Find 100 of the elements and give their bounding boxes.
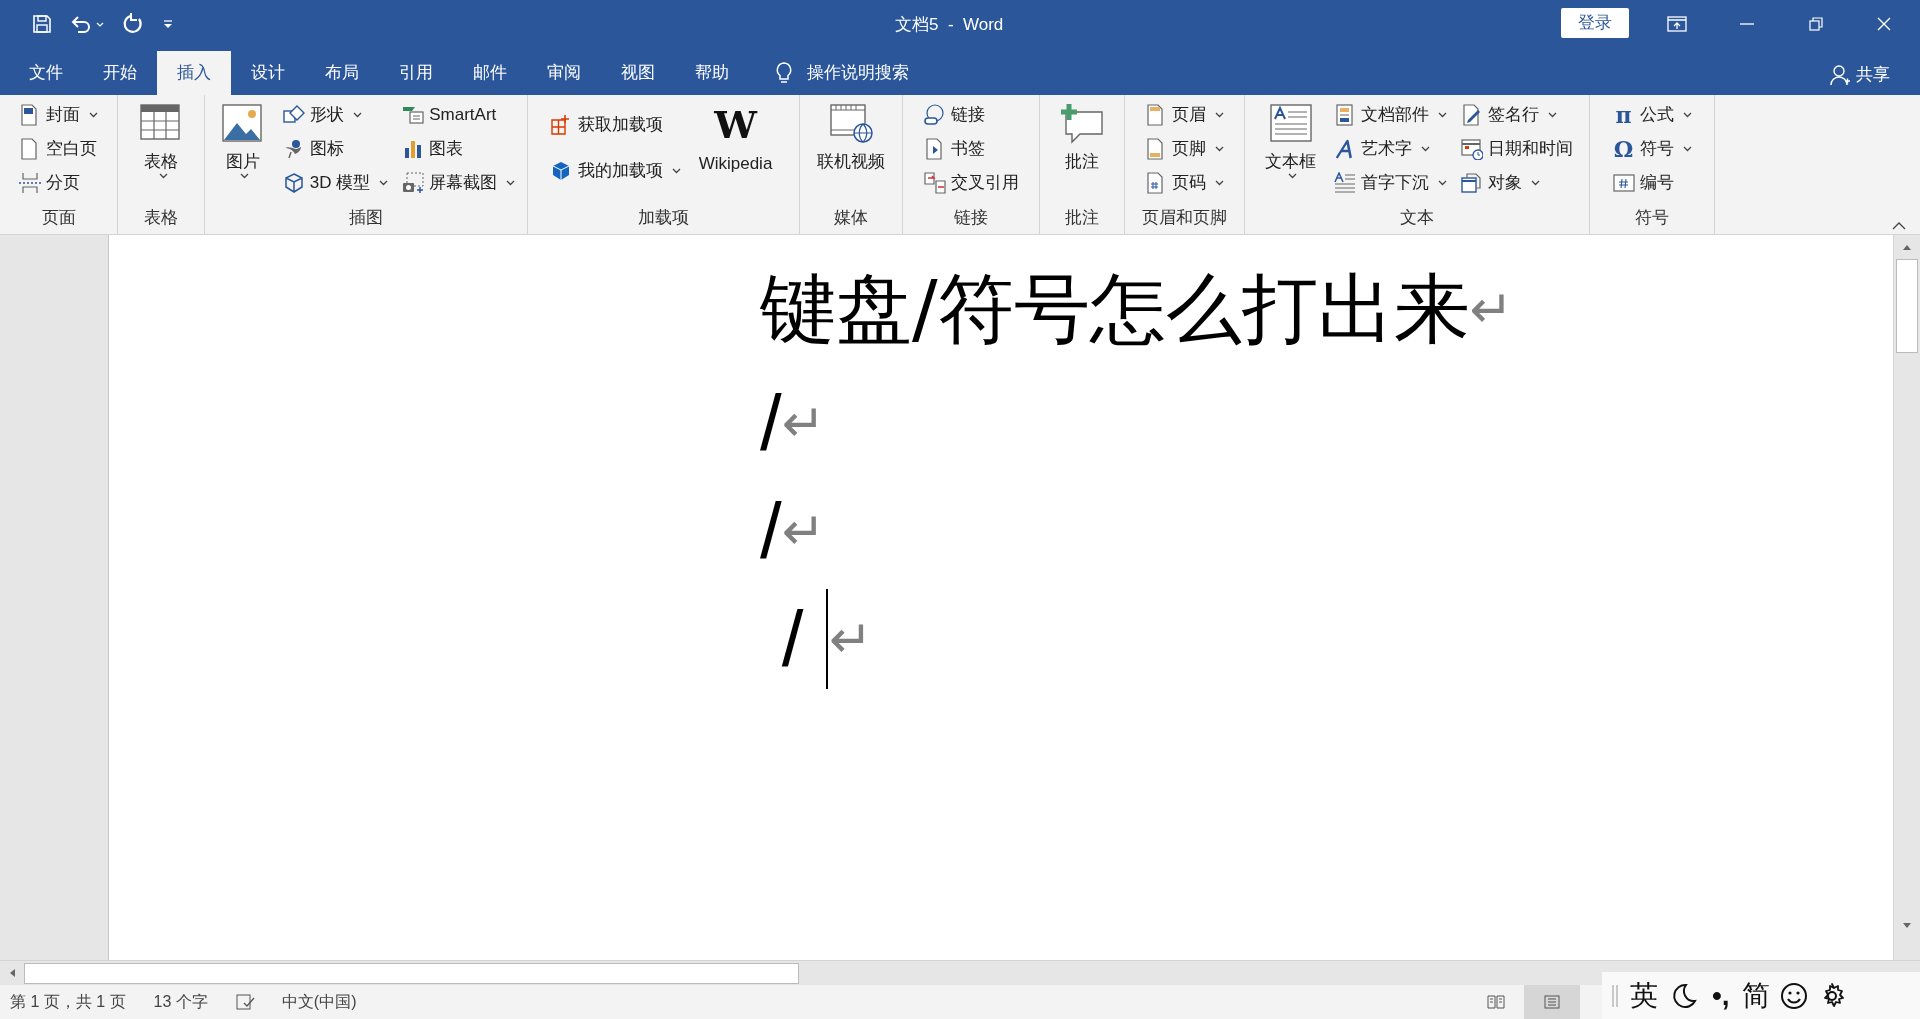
group-label: 链接 bbox=[953, 207, 989, 229]
ribbon-button[interactable]: 书签 bbox=[923, 135, 1019, 163]
ribbon-button[interactable]: 封面 bbox=[19, 101, 98, 129]
customize-icon[interactable] bbox=[162, 18, 174, 30]
caret-icon bbox=[671, 168, 681, 174]
language-status[interactable]: 中文(中国) bbox=[281, 990, 357, 1014]
word-count: 13 个字 bbox=[153, 992, 208, 1012]
ribbon-tab[interactable]: 审阅 bbox=[527, 51, 601, 95]
tell-me-search[interactable]: 操作说明搜索 bbox=[807, 60, 909, 86]
grip-icon[interactable] bbox=[1612, 984, 1618, 1007]
caret-icon bbox=[1438, 112, 1447, 118]
caret-icon bbox=[1215, 112, 1224, 118]
caret-icon bbox=[240, 173, 250, 179]
ribbon-button[interactable]: 页码 bbox=[1145, 169, 1224, 197]
ribbon-button[interactable]: 获取加载项 bbox=[550, 111, 681, 139]
ime-mode[interactable]: 英 bbox=[1630, 974, 1658, 1017]
ribbon-button[interactable]: 日期和时间 bbox=[1461, 135, 1573, 163]
script-mode[interactable]: 简 bbox=[1741, 974, 1770, 1017]
ribbon-button[interactable]: 首字下沉 bbox=[1334, 169, 1447, 197]
video-globe-icon bbox=[829, 103, 873, 145]
ribbon-button[interactable]: 页脚 bbox=[1145, 135, 1224, 163]
smartart-icon bbox=[402, 104, 425, 126]
caret-icon bbox=[1548, 112, 1557, 118]
ribbon-button[interactable]: 链接 bbox=[923, 101, 1019, 129]
scroll-down-icon[interactable] bbox=[1902, 922, 1912, 930]
ribbon-tab[interactable]: 设计 bbox=[231, 51, 305, 95]
ribbon-button[interactable]: SmartArt bbox=[402, 101, 516, 129]
scroll-thumb[interactable] bbox=[1896, 259, 1918, 353]
ribbon-tab[interactable]: 帮助 bbox=[675, 51, 749, 95]
punctuation-mode[interactable]: •, bbox=[1712, 981, 1730, 1010]
shapes-icon bbox=[282, 104, 305, 126]
caret-icon bbox=[1288, 173, 1297, 179]
ribbon-button[interactable]: 对象 bbox=[1461, 169, 1573, 197]
caret-icon bbox=[379, 180, 389, 186]
ribbon-tab[interactable]: 视图 bbox=[601, 51, 675, 95]
ribbon-button[interactable]: 形状 bbox=[282, 101, 389, 129]
caret-icon bbox=[89, 112, 98, 118]
heading-text: 键盘/符号怎么打出来 bbox=[760, 263, 1470, 355]
text-box-icon bbox=[1268, 103, 1313, 145]
ribbon-tab[interactable]: 文件 bbox=[9, 51, 83, 95]
ribbon-button[interactable]: Ω 符号 bbox=[1612, 135, 1692, 163]
save-icon[interactable] bbox=[32, 14, 52, 34]
scroll-thumb[interactable] bbox=[24, 962, 799, 984]
ribbon-button[interactable]: 签名行 bbox=[1461, 101, 1573, 129]
ribbon-button[interactable]: 编号 bbox=[1612, 169, 1692, 197]
undo-icon[interactable] bbox=[70, 14, 104, 34]
paragraph-mark: ↵ bbox=[829, 608, 873, 671]
ribbon-button[interactable]: 屏幕截图 bbox=[402, 169, 516, 197]
ribbon-tab[interactable]: 邮件 bbox=[453, 51, 527, 95]
ribbon-tab[interactable]: 插入 bbox=[157, 51, 231, 95]
quick-parts-icon bbox=[1334, 104, 1356, 126]
ribbon-button[interactable]: 空白页 bbox=[19, 135, 98, 163]
paragraph-text: / bbox=[760, 485, 782, 577]
ribbon-tab[interactable]: 开始 bbox=[83, 51, 157, 95]
scroll-left-icon[interactable] bbox=[8, 968, 16, 978]
ribbon-button[interactable]: 分页 bbox=[19, 169, 98, 197]
ribbon-button[interactable]: 文档部件 bbox=[1334, 101, 1447, 129]
group-label: 批注 bbox=[1064, 207, 1100, 229]
ribbon-tab[interactable]: 布局 bbox=[305, 51, 379, 95]
restore-icon[interactable] bbox=[1809, 17, 1823, 31]
ribbon-display-icon[interactable] bbox=[1667, 16, 1687, 32]
ribbon-button[interactable]: 图片 bbox=[216, 101, 269, 201]
ribbon-button[interactable]: 联机视频 bbox=[813, 101, 889, 201]
window-title: 文档5 - Word bbox=[895, 14, 1004, 36]
collapse-ribbon-icon[interactable] bbox=[1892, 221, 1906, 230]
ribbon-button[interactable]: 艺术字 bbox=[1334, 135, 1447, 163]
caret-icon bbox=[1215, 180, 1224, 186]
ribbon-button[interactable]: 我的加载项 bbox=[550, 157, 681, 185]
ribbon-button[interactable]: W Wikipedia bbox=[694, 101, 777, 201]
smiley-icon[interactable] bbox=[1779, 981, 1808, 1010]
ribbon-button[interactable]: 3D 模型 bbox=[282, 169, 389, 197]
person-icon bbox=[1830, 63, 1850, 86]
group-label: 文本 bbox=[1399, 207, 1435, 229]
signature-line-icon bbox=[1461, 104, 1483, 126]
sign-in-button[interactable]: 登录 bbox=[1561, 8, 1629, 38]
ribbon-tab[interactable]: 引用 bbox=[379, 51, 453, 95]
share-button[interactable]: 共享 bbox=[1856, 62, 1890, 88]
ribbon-button[interactable]: π 公式 bbox=[1612, 101, 1692, 129]
lightbulb-icon[interactable] bbox=[775, 61, 793, 85]
ribbon-button[interactable]: 文本框 bbox=[1261, 101, 1320, 201]
ribbon-button[interactable]: 批注 bbox=[1056, 101, 1108, 201]
screenshot-icon bbox=[402, 172, 425, 194]
ribbon-button[interactable]: 交叉引用 bbox=[923, 169, 1019, 197]
group-label: 表格 bbox=[143, 207, 179, 229]
proofing-icon[interactable] bbox=[235, 994, 256, 1010]
ribbon-button[interactable]: 表格 bbox=[135, 101, 187, 201]
close-icon[interactable] bbox=[1877, 17, 1891, 31]
caret-icon bbox=[506, 180, 516, 186]
ribbon-button[interactable]: 图表 bbox=[402, 135, 516, 163]
scroll-up-icon[interactable] bbox=[1902, 243, 1912, 251]
caret-icon bbox=[1215, 146, 1224, 152]
caret-icon bbox=[1682, 112, 1692, 118]
paragraph-mark: ↵ bbox=[781, 392, 826, 455]
moon-icon[interactable] bbox=[1670, 981, 1698, 1010]
picture-icon bbox=[220, 103, 265, 145]
vertical-scrollbar[interactable] bbox=[1893, 235, 1920, 960]
caret-icon bbox=[1531, 180, 1540, 186]
ribbon-button[interactable]: 图标 bbox=[282, 135, 389, 163]
object-icon bbox=[1461, 172, 1483, 194]
ribbon-button[interactable]: 页眉 bbox=[1145, 101, 1224, 129]
